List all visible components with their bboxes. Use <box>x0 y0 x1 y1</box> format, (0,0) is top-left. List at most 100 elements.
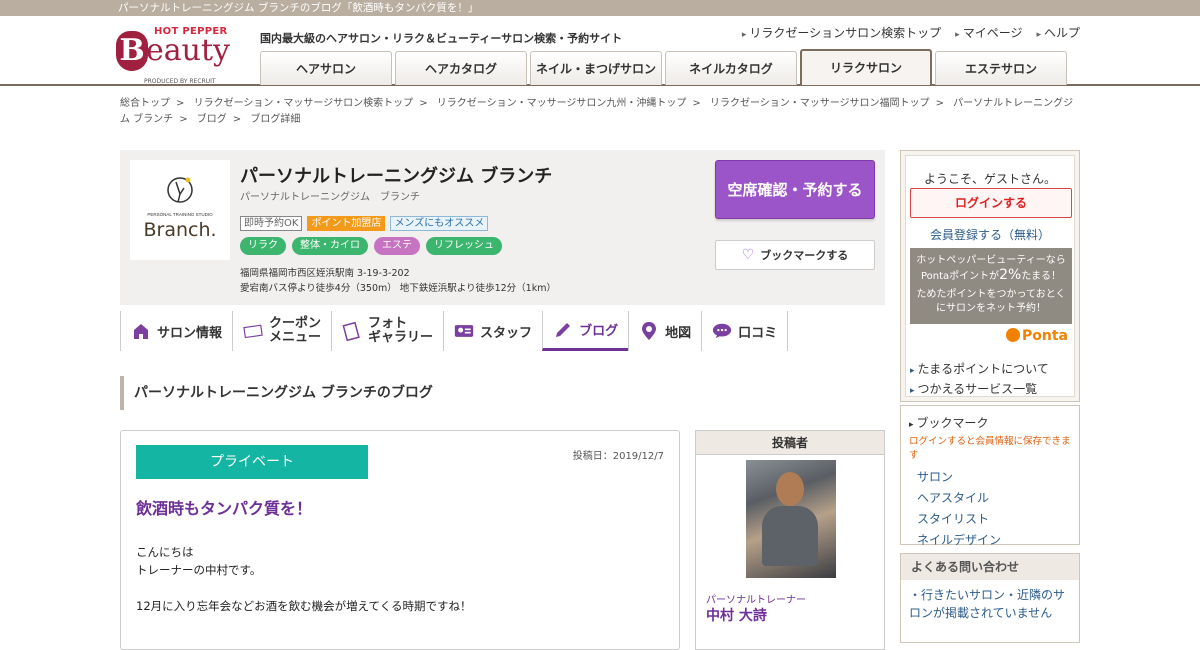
category-refresh: リフレッシュ <box>426 237 502 255</box>
bookmark-item[interactable]: ネイルデザイン <box>917 530 1071 551</box>
logo-wordmark: eauty <box>146 33 230 68</box>
tab-photo-gallery[interactable]: フォト ギャラリー <box>331 311 443 351</box>
bullet-icon: ・ <box>909 588 922 602</box>
tab-label-line2: ギャラリー <box>368 330 434 345</box>
ponta-links: たまるポイントについて つかえるサービス一覧 <box>910 360 1049 400</box>
salon-categories: リラク 整体・カイロ エステ リフレッシュ <box>240 237 502 255</box>
welcome-text: ようこそ、ゲストさん。 <box>923 172 1056 186</box>
bookmark-button[interactable]: ♡ ブックマークする <box>715 240 875 270</box>
ponta-logo: Ponta <box>1006 328 1068 344</box>
hotpepper-beauty-logo[interactable]: HOT PEPPER B eauty PRODUCED BY RECRUIT <box>116 24 248 96</box>
login-panel: ようこそ、ゲストさん。 ログインする 会員登録する（無料） ホットペッパービュー… <box>900 150 1080 402</box>
tab-nail-eyelash[interactable]: ネイル・まつげサロン <box>530 51 662 85</box>
staff-card-icon <box>454 321 474 341</box>
article-category[interactable]: プライベート <box>136 445 368 479</box>
login-button[interactable]: ログインする <box>910 188 1072 218</box>
tab-label: 口コミ <box>738 325 778 341</box>
ponta-line3: ためたポイントをつかっておとく <box>916 289 1066 300</box>
photo-icon <box>342 321 362 341</box>
bookmark-item[interactable]: サロン <box>917 467 1071 488</box>
ponta-percent: 2% <box>999 267 1022 283</box>
tab-blog[interactable]: ブログ <box>542 311 629 351</box>
access-line: 愛宕南バス停より徒歩4分（350m） 地下鉄姪浜駅より徒歩12分（1km） <box>240 283 556 294</box>
salon-kana: パーソナルトレーニングジム ブランチ <box>240 192 420 203</box>
link-help[interactable]: ヘルプ <box>1036 24 1080 41</box>
ponta-line1: ホットペッパービューティーなら <box>916 255 1066 266</box>
poster-box: 投稿者 パーソナルトレーナー 中村 大詩 <box>695 430 885 650</box>
bookmark-item[interactable]: ヘアスタイル <box>917 488 1071 509</box>
house-icon <box>131 321 151 341</box>
breadcrumb-link[interactable]: リラクゼーション・マッサージサロン検索トップ <box>194 98 414 109</box>
tab-map[interactable]: 地図 <box>628 311 701 351</box>
tab-label: サロン情報 <box>157 325 223 341</box>
tab-salon-info[interactable]: サロン情報 <box>120 311 232 351</box>
ponta-line2a: Pontaポイントが <box>920 271 1000 282</box>
tab-label: スタッフ <box>480 325 533 341</box>
register-link[interactable]: 会員登録する（無料） <box>906 226 1074 243</box>
ponta-line2b: たまる！ <box>1021 271 1062 282</box>
tab-hair-catalog[interactable]: ヘアカタログ <box>395 51 527 85</box>
tab-coupon-menu[interactable]: クーポン メニュー <box>232 311 331 351</box>
poster-header: 投稿者 <box>696 431 884 455</box>
tab-nail-catalog[interactable]: ネイルカタログ <box>665 51 797 85</box>
blog-section-title: パーソナルトレーニングジム ブランチのブログ <box>120 376 885 410</box>
breadcrumb-link[interactable]: 総合トップ <box>120 98 170 109</box>
breadcrumb: 総合トップ > リラクゼーション・マッサージサロン検索トップ > リラクゼーション・… <box>120 98 1074 125</box>
poster-photo[interactable] <box>746 460 836 578</box>
breadcrumb-link[interactable]: ブログ <box>197 114 227 125</box>
salon-header: PERSONAL TRAINING STUDIO Branch. パーソナルトレ… <box>120 150 885 305</box>
link-relax-top[interactable]: リラクゼーションサロン検索トップ <box>742 24 941 41</box>
tab-reviews[interactable]: 口コミ <box>701 311 789 351</box>
ponta-line4: にサロンをネット予約！ <box>936 303 1046 314</box>
breadcrumb-link[interactable]: リラクゼーション・マッサージサロン福岡トップ <box>710 98 930 109</box>
poster-role: パーソナルトレーナー <box>706 595 806 606</box>
main-content: PERSONAL TRAINING STUDIO Branch. パーソナルトレ… <box>120 150 885 650</box>
tab-label-line1: クーポン <box>269 316 322 331</box>
faq-item[interactable]: ・行きたいサロン・近隣のサロンが掲載されていません <box>901 580 1079 628</box>
bookmark-panel: ブックマーク ログインすると会員情報に保存できます サロン ヘアスタイル スタイ… <box>900 405 1080 547</box>
badge-point-member: ポイント加盟店 <box>307 216 386 231</box>
blog-article: プライベート 投稿日：2019/12/7 飲酒時もタンパク質を！ こんにちは ト… <box>120 430 680 650</box>
article-title: 飲酒時もタンパク質を！ <box>136 499 313 518</box>
breadcrumb-link[interactable]: リラクゼーション・マッサージサロン九州・沖縄トップ <box>437 98 687 109</box>
map-pin-icon <box>639 321 659 341</box>
salon-nav: サロン情報 クーポン メニュー フォト ギャラリー スタッフ ブログ 地図 口コミ <box>120 311 789 351</box>
site-header: HOT PEPPER B eauty PRODUCED BY RECRUIT 国… <box>0 16 1200 86</box>
bookmark-title[interactable]: ブックマーク <box>909 414 1071 431</box>
tab-label-line1: フォト <box>368 316 408 331</box>
badge-mens-recommend: メンズにもオススメ <box>390 216 489 231</box>
logo-sub-text: PERSONAL TRAINING STUDIO <box>147 212 213 217</box>
breadcrumb-current: ブログ詳細 <box>250 114 301 125</box>
link-points[interactable]: たまるポイントについて <box>910 360 1049 380</box>
tab-esthe-salon[interactable]: エステサロン <box>935 51 1067 85</box>
tab-hair-salon[interactable]: ヘアサロン <box>260 51 392 85</box>
site-tagline: 国内最大級のヘアサロン・リラク＆ビューティーサロン検索・予約サイト <box>260 32 623 45</box>
bookmark-label: ブックマークする <box>760 249 849 262</box>
ponta-logo-text: Ponta <box>1022 328 1068 344</box>
heart-icon: ♡ <box>741 247 755 263</box>
tab-label-line2: メニュー <box>269 330 322 345</box>
link-services[interactable]: つかえるサービス一覧 <box>910 380 1049 400</box>
salon-badges: 即時予約OK ポイント加盟店 メンズにもオススメ <box>240 216 489 231</box>
logo-b-mark: B <box>116 31 148 71</box>
ponta-line2: Pontaポイントが2%たまる！ <box>910 268 1072 284</box>
category-seitai: 整体・カイロ <box>292 237 368 255</box>
article-line: 12月に入り忘年会などお酒を飲む機会が増えてくる時期ですね！ <box>136 599 472 613</box>
article-line <box>136 579 471 597</box>
link-mypage[interactable]: マイページ <box>955 24 1023 41</box>
article-body: こんにちは トレーナーの中村です。 12月に入り忘年会などお酒を飲む機会が増えて… <box>136 543 471 615</box>
bookmark-note: ログインすると会員情報に保存できます <box>909 436 1071 461</box>
poster-name[interactable]: 中村 大詩 <box>706 605 767 625</box>
category-relax: リラク <box>240 237 286 255</box>
tab-label: フォト ギャラリー <box>368 317 433 345</box>
bookmark-item[interactable]: スタイリスト <box>917 509 1071 530</box>
faq-title: よくある問い合わせ <box>901 554 1079 580</box>
ponta-face-icon <box>1006 328 1020 342</box>
tab-relax-salon[interactable]: リラクサロン <box>800 49 932 85</box>
bookmark-list: サロン ヘアスタイル スタイリスト ネイルデザイン <box>909 467 1071 551</box>
tab-staff[interactable]: スタッフ <box>443 311 542 351</box>
salon-name: パーソナルトレーニングジム ブランチ <box>240 166 553 187</box>
reserve-button[interactable]: 空席確認・予約する <box>715 160 875 219</box>
badge-instant-booking: 即時予約OK <box>240 216 303 231</box>
ponta-banner[interactable]: ホットペッパービューティーなら Pontaポイントが2%たまる！ ためたポイント… <box>910 248 1072 324</box>
